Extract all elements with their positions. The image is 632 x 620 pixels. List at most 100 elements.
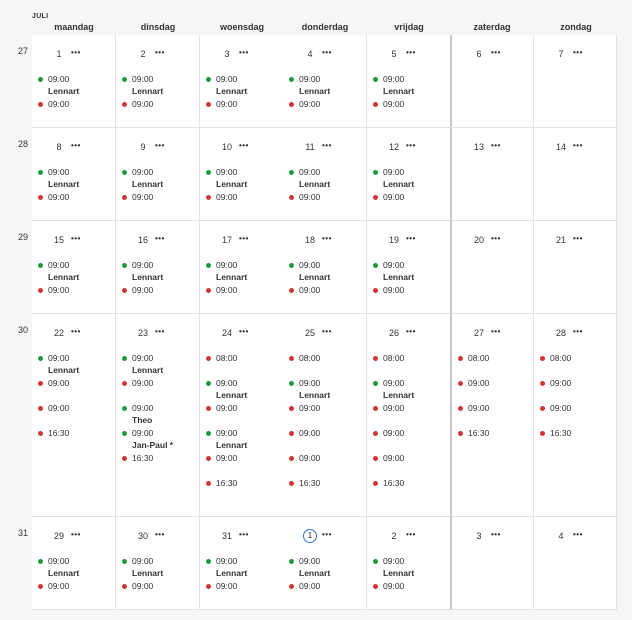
calendar-event[interactable]: 09:00 Lennart	[206, 427, 281, 451]
calendar-event[interactable]: 09:00	[206, 191, 281, 203]
calendar-event[interactable]: 09:00	[206, 284, 281, 296]
day-cell[interactable]: 21 •••	[534, 221, 617, 314]
day-cell[interactable]: 2 ••• 09:00 Lennart 09:00	[367, 517, 451, 610]
calendar-event[interactable]: 16:30	[540, 427, 614, 439]
day-number[interactable]: 6	[472, 47, 486, 61]
day-number[interactable]: 7	[554, 47, 568, 61]
more-options-icon[interactable]: •••	[155, 327, 165, 337]
calendar-event[interactable]: 09:00	[373, 427, 448, 439]
more-options-icon[interactable]: •••	[239, 48, 249, 58]
calendar-event[interactable]: 09:00	[206, 402, 281, 414]
more-options-icon[interactable]: •••	[155, 234, 165, 244]
day-cell[interactable]: 29 ••• 09:00 Lennart 09:00	[32, 517, 116, 610]
calendar-event[interactable]: 09:00 Theo	[122, 402, 197, 426]
day-cell[interactable]: 3 •••	[450, 517, 534, 610]
day-cell[interactable]: 25 ••• 08:00 09:00 Lennart 09:00 09:00 09:00 16:…	[283, 314, 367, 517]
calendar-event[interactable]: 09:00	[122, 580, 197, 592]
day-cell[interactable]: 24 ••• 08:00 09:00 Lennart 09:00 09:00 Lennart 0…	[200, 314, 284, 517]
calendar-event[interactable]: 09:00	[289, 402, 364, 414]
day-cell[interactable]: 22 ••• 09:00 Lennart 09:00 09:00 16:30	[32, 314, 116, 517]
day-number[interactable]: 17	[220, 233, 234, 247]
more-options-icon[interactable]: •••	[573, 327, 583, 337]
calendar-event[interactable]: 09:00 Lennart	[206, 377, 281, 401]
day-number[interactable]: 3	[472, 529, 486, 543]
more-options-icon[interactable]: •••	[71, 48, 81, 58]
day-cell[interactable]: 30 ••• 09:00 Lennart 09:00	[116, 517, 200, 610]
calendar-event[interactable]: 09:00	[373, 191, 448, 203]
calendar-event[interactable]: 09:00	[206, 98, 281, 110]
day-number[interactable]: 25	[303, 326, 317, 340]
more-options-icon[interactable]: •••	[155, 48, 165, 58]
more-options-icon[interactable]: •••	[71, 234, 81, 244]
calendar-event[interactable]: 09:00	[373, 452, 448, 464]
more-options-icon[interactable]: •••	[322, 48, 332, 58]
more-options-icon[interactable]: •••	[322, 327, 332, 337]
calendar-event[interactable]: 09:00 Jan-Paul *	[122, 427, 197, 451]
day-number[interactable]: 10	[220, 140, 234, 154]
calendar-event[interactable]: 09:00	[122, 377, 197, 389]
day-number[interactable]: 1	[52, 47, 66, 61]
more-options-icon[interactable]: •••	[71, 141, 81, 151]
calendar-event[interactable]: 16:30	[289, 477, 364, 489]
calendar-event[interactable]: 09:00 Lennart	[206, 166, 281, 190]
calendar-event[interactable]: 09:00	[458, 377, 531, 389]
day-cell[interactable]: 14 •••	[534, 128, 617, 221]
calendar-event[interactable]: 09:00 Lennart	[38, 166, 113, 190]
more-options-icon[interactable]: •••	[71, 327, 81, 337]
calendar-event[interactable]: 09:00 Lennart	[38, 73, 113, 97]
calendar-event[interactable]: 09:00	[206, 452, 281, 464]
day-number[interactable]: 30	[136, 529, 150, 543]
calendar-event[interactable]: 09:00 Lennart	[122, 352, 197, 376]
calendar-event[interactable]: 09:00	[373, 284, 448, 296]
calendar-event[interactable]: 09:00	[38, 191, 113, 203]
day-number[interactable]: 4	[554, 529, 568, 543]
day-cell[interactable]: 8 ••• 09:00 Lennart 09:00	[32, 128, 116, 221]
calendar-event[interactable]: 09:00	[373, 98, 448, 110]
more-options-icon[interactable]: •••	[573, 48, 583, 58]
calendar-event[interactable]: 09:00 Lennart	[289, 166, 364, 190]
day-number[interactable]: 24	[220, 326, 234, 340]
day-number[interactable]: 8	[52, 140, 66, 154]
calendar-event[interactable]: 09:00 Lennart	[373, 166, 448, 190]
calendar-event[interactable]: 09:00 Lennart	[122, 73, 197, 97]
day-cell[interactable]: 10 ••• 09:00 Lennart 09:00	[200, 128, 284, 221]
more-options-icon[interactable]: •••	[406, 327, 416, 337]
day-number[interactable]: 13	[472, 140, 486, 154]
day-cell[interactable]: 1 ••• 09:00 Lennart 09:00	[283, 517, 367, 610]
calendar-event[interactable]: 09:00 Lennart	[122, 555, 197, 579]
calendar-event[interactable]: 09:00 Lennart	[289, 555, 364, 579]
day-cell[interactable]: 31 ••• 09:00 Lennart 09:00	[200, 517, 284, 610]
day-number[interactable]: 26	[387, 326, 401, 340]
day-number[interactable]: 27	[472, 326, 486, 340]
day-cell[interactable]: 28 ••• 08:00 09:00 09:00 16:30	[534, 314, 617, 517]
calendar-event[interactable]: 09:00	[206, 580, 281, 592]
calendar-event[interactable]: 09:00 Lennart	[206, 73, 281, 97]
more-options-icon[interactable]: •••	[239, 141, 249, 151]
day-number[interactable]: 5	[387, 47, 401, 61]
calendar-event[interactable]: 09:00	[458, 402, 531, 414]
day-number[interactable]: 28	[554, 326, 568, 340]
calendar-event[interactable]: 09:00 Lennart	[373, 73, 448, 97]
calendar-event[interactable]: 09:00 Lennart	[373, 259, 448, 283]
more-options-icon[interactable]: •••	[239, 530, 249, 540]
today-day-number[interactable]: 1	[303, 529, 317, 543]
day-number[interactable]: 2	[387, 529, 401, 543]
calendar-event[interactable]: 09:00	[289, 284, 364, 296]
more-options-icon[interactable]: •••	[71, 530, 81, 540]
calendar-event[interactable]: 09:00	[38, 402, 113, 414]
calendar-event[interactable]: 09:00	[38, 284, 113, 296]
day-number[interactable]: 29	[52, 529, 66, 543]
day-cell[interactable]: 15 ••• 09:00 Lennart 09:00	[32, 221, 116, 314]
calendar-event[interactable]: 09:00	[122, 191, 197, 203]
calendar-event[interactable]: 09:00	[122, 98, 197, 110]
calendar-event[interactable]: 09:00	[540, 377, 614, 389]
calendar-event[interactable]: 09:00	[38, 377, 113, 389]
day-number[interactable]: 20	[472, 233, 486, 247]
day-cell[interactable]: 13 •••	[450, 128, 534, 221]
calendar-event[interactable]: 16:30	[206, 477, 281, 489]
more-options-icon[interactable]: •••	[406, 530, 416, 540]
more-options-icon[interactable]: •••	[406, 141, 416, 151]
calendar-event[interactable]: 09:00 Lennart	[289, 377, 364, 401]
day-cell[interactable]: 11 ••• 09:00 Lennart 09:00	[283, 128, 367, 221]
more-options-icon[interactable]: •••	[322, 530, 332, 540]
